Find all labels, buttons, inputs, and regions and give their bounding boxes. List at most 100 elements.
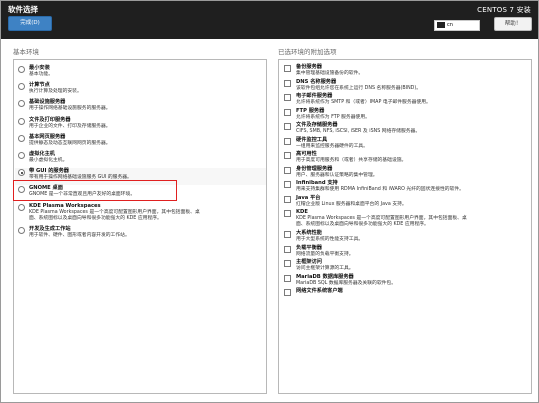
addon-option[interactable]: Java 平台 红帽企业版 Linux 服务器和桌面平台的 Java 支持。 (280, 195, 531, 210)
option-name: 大系统性能 (296, 230, 322, 236)
addon-option[interactable]: 硬件监控工具 一组用来监控服务器硬件的工具。 (280, 137, 531, 152)
addon-option[interactable]: FTP 服务器 允许将系统作为 FTP 服务器使用。 (280, 108, 531, 123)
addon-option[interactable]: KDE KDE Plasma Workspaces 是一个高度可配置图形用户界面，… (280, 209, 531, 230)
radio-button[interactable] (18, 83, 25, 91)
checkbox[interactable] (284, 274, 291, 282)
checkbox[interactable] (284, 231, 291, 238)
base-environment-heading: 基本环境 (13, 48, 39, 56)
checkbox[interactable] (284, 108, 291, 116)
checkbox[interactable] (284, 260, 291, 267)
radio-button[interactable] (18, 226, 25, 234)
option-description: 用于企业的文件、打印及存储服务器。 (29, 123, 111, 129)
option-description: 集中管理基础设施备份的软件。 (296, 71, 364, 76)
option-name: 身份管理服务器 (296, 165, 333, 172)
environment-option[interactable]: 虚拟化主机 最小虚拟化主机。 (15, 151, 266, 168)
checkbox[interactable] (284, 137, 291, 145)
checkbox[interactable] (284, 210, 291, 217)
option-description: 提供静态及动态互联网网页的服务器。 (29, 140, 111, 146)
addon-option[interactable]: 身份管理服务器 用户、服务器和认证策略的集中管理。 (280, 166, 531, 181)
environment-option[interactable]: 基本网页服务器 提供静态及动态互联网网页的服务器。 (15, 134, 266, 151)
option-name: 电子邮件服务器 (296, 93, 333, 99)
option-name: 高可用性 (296, 151, 317, 157)
checkbox[interactable] (284, 94, 291, 101)
radio-button[interactable] (18, 203, 25, 211)
help-button[interactable]: 帮助！ (494, 17, 532, 31)
option-description: 用于高度可用服务和（或者）共享存储的基础设施。 (296, 158, 407, 163)
radio-button[interactable] (18, 66, 25, 73)
product-title: CENTOS 7 安装 (477, 6, 531, 14)
environment-option[interactable]: 基础设施服务器 用于操作网络基础设施服务的服务器。 (15, 99, 266, 116)
addon-option[interactable]: 网络文件系统客户端 (280, 288, 531, 303)
option-description: 执行计算及处理的安装。 (29, 89, 82, 95)
option-name: DNS 名称服务器 (296, 78, 337, 85)
radio-button[interactable] (18, 100, 25, 108)
checkbox[interactable] (284, 289, 291, 296)
installer-window: 软件选择 完成(D) CENTOS 7 安装 cn 帮助！ 基本环境 已选环境的… (0, 0, 539, 403)
addon-option[interactable]: 电子邮件服务器 允许将系统作为 SMTP 和（或者）IMAP 电子邮件服务器使用。 (280, 93, 531, 108)
option-name: 文件及存储服务器 (296, 122, 338, 128)
checkbox[interactable] (284, 123, 291, 130)
option-name: FTP 服务器 (296, 107, 325, 114)
option-description: CIFS, SMB, NFS, iSCSI, iSER 及 iSNS 网络存储服… (296, 129, 421, 134)
radio-button[interactable] (18, 134, 25, 142)
option-description: MariaDB SQL 数据库服务器及关联的软件包。 (296, 280, 397, 286)
checkbox[interactable] (284, 181, 291, 188)
option-description: 该软件包组允许您在系统上运行 DNS 名称服务器(BIND)。 (296, 85, 422, 91)
option-description: 基本功能。 (29, 72, 53, 77)
environment-option[interactable]: 文件及打印服务器 用于企业的文件、打印及存储服务器。 (15, 117, 266, 134)
checkbox[interactable] (284, 152, 291, 159)
checkbox[interactable] (284, 166, 291, 174)
option-description: 用户、服务器和认证策略的集中管理。 (296, 172, 378, 178)
option-description: 用于软件、硬件、图形或者内容开发的工作站。 (29, 232, 130, 238)
radio-button[interactable] (18, 169, 25, 177)
environment-option[interactable]: KDE Plasma Workspaces KDE Plasma Workspac… (15, 203, 266, 226)
option-description: 访问主框架计算源的工具。 (296, 266, 354, 271)
option-name: 硬件监控工具 (296, 136, 328, 143)
addon-option[interactable]: Infiniband 支持 用来支持集群和使用 RDMA InfiniBand 和… (280, 180, 531, 195)
checkbox[interactable] (284, 195, 291, 203)
keyboard-layout-indicator[interactable]: cn (434, 20, 480, 31)
addons-list: 备份服务器 集中管理基础设施备份的软件。 DNS 名称服务器 该软件包组允许您在系统上… (278, 59, 532, 394)
selection-highlight-box (13, 180, 177, 201)
base-environment-list: 最小安装 基本功能。 计算节点 执行计算及处理的安装。 基础设施服务器 用于操作网络基础设… (13, 59, 267, 394)
option-name: 最小安装 (29, 65, 50, 71)
option-description: 最小虚拟化主机。 (29, 157, 68, 163)
option-description: 网络流量的负载平衡支持。 (296, 251, 354, 257)
option-name: KDE (296, 209, 308, 215)
keyboard-layout-label: cn (447, 22, 453, 28)
option-name: 负载平衡器 (296, 244, 322, 251)
option-name: 主框架访问 (296, 259, 322, 265)
addon-option[interactable]: MariaDB 数据库服务器 MariaDB SQL 数据库服务器及关联的软件包。 (280, 274, 531, 289)
addon-option[interactable]: 文件及存储服务器 CIFS, SMB, NFS, iSCSI, iSER 及 iS… (280, 122, 531, 137)
addon-option[interactable]: DNS 名称服务器 该软件包组允许您在系统上运行 DNS 名称服务器(BIND)。 (280, 79, 531, 94)
option-description: 面、系统图标以及桌面向导和很多功能强大的 KDE 应用程序。 (29, 215, 162, 221)
option-name: Java 平台 (296, 194, 321, 201)
environment-option[interactable]: 最小安装 基本功能。 (15, 65, 266, 82)
option-name: 文件及打印服务器 (29, 116, 71, 123)
checkbox[interactable] (284, 79, 291, 87)
addon-option[interactable]: 高可用性 用于高度可用服务和（或者）共享存储的基础设施。 (280, 151, 531, 166)
option-description: 允许将系统作为 SMTP 和（或者）IMAP 电子邮件服务器使用。 (296, 100, 431, 105)
environment-option[interactable]: 开发及生成工作站 用于软件、硬件、图形或者内容开发的工作站。 (15, 226, 266, 243)
addon-option[interactable]: 大系统性能 用于大型系统的性能支持工具。 (280, 230, 531, 245)
addon-option[interactable]: 负载平衡器 网络流量的负载平衡支持。 (280, 245, 531, 260)
radio-button[interactable] (18, 151, 25, 159)
checkbox[interactable] (284, 245, 291, 253)
option-name: Infiniband 支持 (296, 180, 338, 186)
keyboard-icon (437, 21, 445, 28)
option-description: 允许将系统作为 FTP 服务器使用。 (296, 114, 370, 120)
addon-option[interactable]: 备份服务器 集中管理基础设施备份的软件。 (280, 64, 531, 79)
option-name: MariaDB 数据库服务器 (296, 273, 354, 280)
option-name: 开发及生成工作站 (29, 225, 71, 232)
done-button[interactable]: 完成(D) (8, 16, 52, 31)
option-description: 用来支持集群和使用 RDMA InfiniBand 和 iWARO 光纤的固状连… (296, 187, 464, 192)
option-name: KDE Plasma Workspaces (29, 202, 101, 209)
environment-option[interactable]: 计算节点 执行计算及处理的安装。 (15, 82, 266, 99)
option-description: 红帽企业版 Linux 服务器和桌面平台的 Java 支持。 (296, 201, 407, 207)
addons-heading: 已选环境的附加选项 (278, 48, 337, 56)
option-name: 虚拟化主机 (29, 150, 55, 157)
checkbox[interactable] (284, 65, 291, 72)
option-description: 面、系统图标以及桌面向导和很多功能强大的 KDE 应用程序。 (296, 222, 429, 228)
radio-button[interactable] (18, 117, 25, 125)
addon-option[interactable]: 主框架访问 访问主框架计算源的工具。 (280, 259, 531, 274)
